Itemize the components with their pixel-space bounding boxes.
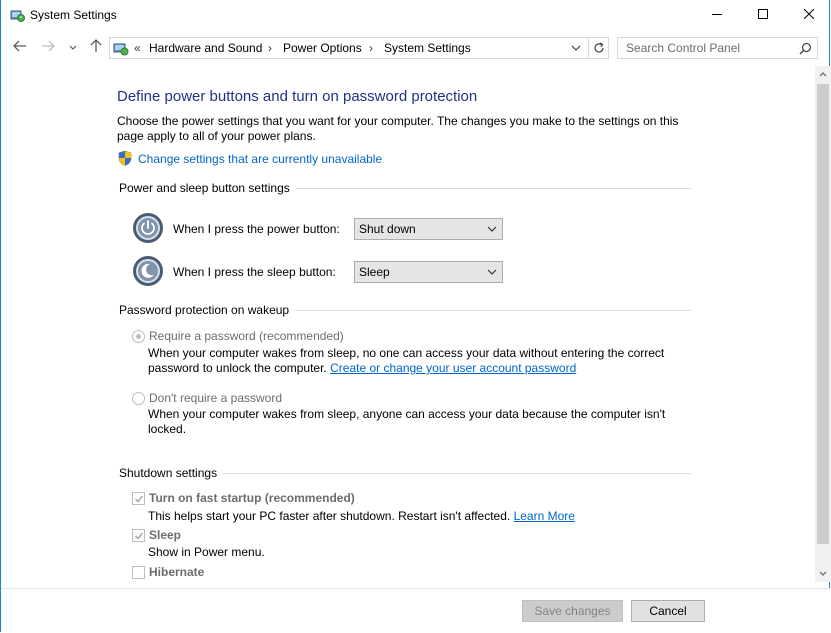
main-content: Define power buttons and turn on passwor… (1, 66, 815, 586)
search-icon[interactable] (799, 42, 812, 55)
forward-button[interactable] (39, 38, 57, 56)
shutdown-group-title: Shutdown settings (119, 466, 223, 480)
minimize-icon (712, 8, 722, 22)
sleep-button-icon (132, 255, 164, 287)
require-password-radio[interactable] (132, 330, 145, 343)
power-button-icon (132, 212, 164, 244)
system-settings-window: System Settings (0, 0, 830, 632)
navigation-bar: « Hardware and Sound › Power Options › S… (1, 34, 829, 62)
close-icon (804, 8, 814, 22)
change-settings-link[interactable]: Change settings that are currently unava… (138, 152, 382, 166)
change-password-link[interactable]: Create or change your user account passw… (330, 361, 576, 375)
fast-startup-description-text: This helps start your PC faster after sh… (148, 509, 510, 523)
maximize-icon (758, 8, 768, 22)
window-title: System Settings (30, 8, 117, 22)
breadcrumb-separator[interactable]: › (369, 41, 373, 55)
breadcrumb-power-options[interactable]: Power Options (283, 41, 362, 55)
require-password-label[interactable]: Require a password (recommended) (149, 329, 344, 343)
checkmark-icon (134, 531, 144, 541)
scroll-up-icon (819, 71, 827, 77)
dont-require-password-description: When your computer wakes from sleep, any… (148, 407, 678, 437)
scroll-up-button[interactable] (815, 66, 831, 82)
fast-startup-description: This helps start your PC faster after sh… (148, 509, 678, 524)
save-changes-button[interactable]: Save changes (522, 600, 623, 622)
back-arrow-icon (13, 40, 27, 55)
power-button-label: When I press the power button: (173, 222, 340, 236)
fast-startup-checkbox[interactable] (132, 492, 145, 505)
power-buttons-group-title: Power and sleep button settings (119, 181, 296, 195)
hibernate-label[interactable]: Hibernate (149, 565, 204, 579)
learn-more-link[interactable]: Learn More (514, 509, 575, 523)
search-box[interactable] (617, 37, 818, 59)
forward-arrow-icon (41, 40, 55, 55)
sleep-option-label[interactable]: Sleep (149, 528, 181, 542)
search-input[interactable] (618, 38, 801, 58)
password-group-title: Password protection on wakeup (119, 303, 295, 317)
refresh-icon (593, 42, 605, 54)
title-bar[interactable]: System Settings (1, 0, 829, 30)
breadcrumb-system-settings[interactable]: System Settings (384, 41, 471, 55)
close-button[interactable] (786, 0, 831, 30)
chevron-down-icon (487, 225, 497, 233)
dont-require-password-label[interactable]: Don't require a password (149, 391, 282, 405)
chevron-down-icon (69, 40, 77, 54)
scroll-down-icon (819, 571, 827, 577)
sleep-button-label: When I press the sleep button: (173, 265, 336, 279)
up-button[interactable] (87, 38, 105, 56)
control-panel-icon (113, 40, 129, 56)
address-dropdown-icon[interactable] (570, 42, 582, 54)
require-password-description: When your computer wakes from sleep, no … (148, 346, 678, 376)
breadcrumb-hardware-and-sound[interactable]: Hardware and Sound (149, 41, 262, 55)
up-arrow-icon (90, 39, 102, 56)
sleep-button-action-select[interactable]: Sleep (354, 261, 503, 283)
power-button-action-value: Shut down (359, 222, 416, 236)
page-description: Choose the power settings that you want … (117, 114, 697, 144)
cancel-button[interactable]: Cancel (631, 600, 705, 622)
checkmark-icon (134, 494, 144, 504)
address-bar[interactable]: « Hardware and Sound › Power Options › S… (109, 37, 609, 59)
sleep-option-description: Show in Power menu. (148, 545, 678, 560)
back-button[interactable] (11, 38, 29, 56)
breadcrumb-separator[interactable]: › (268, 41, 272, 55)
page-title: Define power buttons and turn on passwor… (117, 88, 477, 105)
sleep-button-action-value: Sleep (359, 265, 390, 279)
power-options-app-icon (9, 7, 25, 23)
uac-shield-icon (117, 150, 133, 166)
breadcrumb-overflow[interactable]: « (134, 41, 141, 55)
chevron-down-icon (487, 268, 497, 276)
scrollbar-thumb[interactable] (817, 84, 829, 544)
fast-startup-label[interactable]: Turn on fast startup (recommended) (149, 491, 355, 505)
power-button-action-select[interactable]: Shut down (354, 218, 503, 240)
sleep-checkbox[interactable] (132, 529, 145, 542)
minimize-button[interactable] (694, 0, 740, 30)
refresh-button[interactable] (588, 38, 609, 58)
recent-locations-button[interactable] (64, 38, 82, 56)
maximize-button[interactable] (740, 0, 786, 30)
scroll-down-button[interactable] (815, 566, 831, 582)
vertical-scrollbar[interactable] (815, 66, 831, 582)
dont-require-password-radio[interactable] (132, 392, 145, 405)
footer-bar: Save changes Cancel (1, 588, 830, 632)
hibernate-checkbox[interactable] (132, 566, 145, 579)
